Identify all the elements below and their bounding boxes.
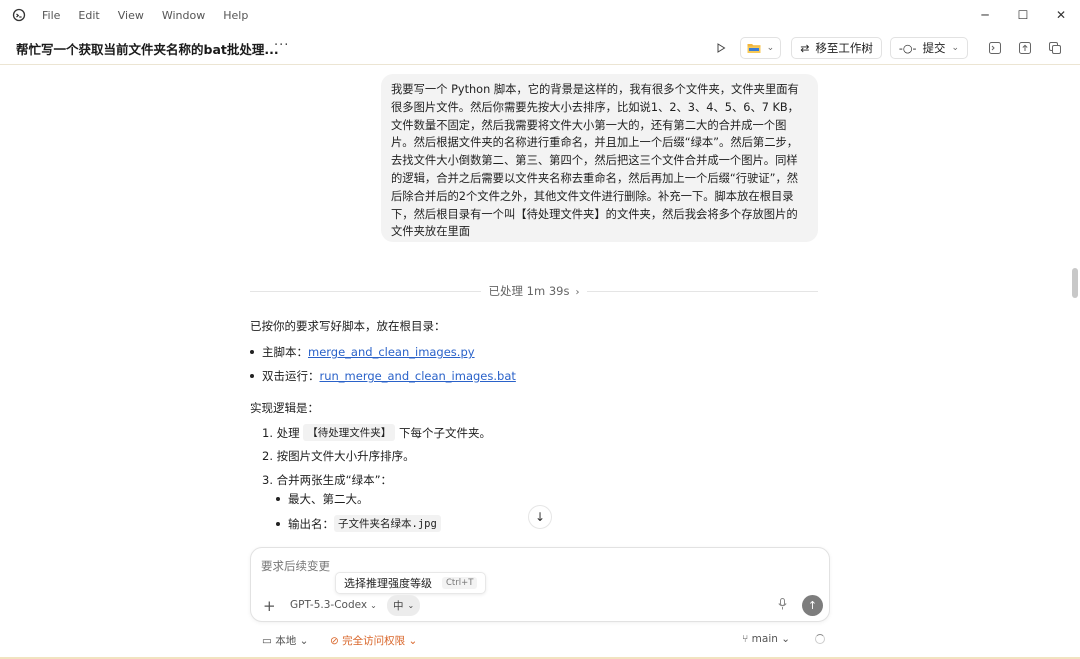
reasoning-effort-select[interactable]: 中 ⌄ [387, 595, 421, 616]
effort-tooltip: 选择推理强度等级 Ctrl+T [335, 572, 487, 594]
chevron-down-icon: ⌄ [781, 633, 791, 645]
bullet [250, 350, 254, 354]
chevron-right-icon: › [575, 287, 580, 298]
step3: 3. 合并两张生成“绿本”： [262, 473, 393, 487]
commit-button[interactable]: -○- 提交 ⌄ [889, 37, 968, 59]
list-item: 输出名： 子文件夹名绿本.jpg [276, 515, 441, 532]
sub-item-2-label: 输出名： [288, 516, 334, 531]
terminal-toggle-button[interactable] [984, 37, 1006, 59]
scrollbar-thumb[interactable] [1072, 268, 1078, 298]
main-script-link[interactable]: merge_and_clean_images.py [308, 345, 475, 359]
folder-icon [747, 44, 761, 53]
main-script-label: 主脚本： [262, 345, 308, 359]
message-input[interactable] [261, 559, 741, 573]
export-button[interactable] [1014, 37, 1036, 59]
bullet [250, 374, 254, 378]
list-item: 最大、第二大。 [276, 491, 369, 507]
arrow-down-icon: ↓ [534, 510, 546, 524]
play-icon [717, 43, 726, 53]
bullet [276, 497, 280, 501]
swap-arrows-icon: ⇄ [800, 41, 810, 55]
app-logo-icon [0, 0, 38, 30]
copy-icon [1049, 42, 1061, 54]
diff-panel-button[interactable] [1044, 37, 1066, 59]
open-in-folder-select[interactable]: ⌄ [739, 37, 782, 59]
thread-title: 帮忙写一个获取当前文件夹名称的bat批处理... [16, 42, 279, 57]
processed-divider: 已处理 1m 39s › [250, 282, 818, 300]
commit-label: 提交 [922, 41, 946, 55]
warning-icon: ⊘ [330, 635, 339, 647]
loading-spinner-icon [815, 634, 825, 644]
bullet [276, 521, 280, 526]
step1-suffix: 下每个子文件夹。 [398, 425, 491, 440]
close-icon[interactable]: ✕ [1042, 0, 1080, 30]
inline-code: 【待处理文件夹】 [303, 424, 396, 441]
environment-label: 本地 [275, 635, 297, 647]
chevron-down-icon: ⌄ [951, 43, 959, 53]
user-message-bubble: 我要写一个 Python 脚本，它的背景是这样的，我有很多个文件夹，文件夹里面有… [381, 74, 818, 242]
chevron-down-icon: ⌄ [407, 601, 415, 610]
run-label: 双击运行： [262, 369, 320, 383]
chevron-down-icon: ⌄ [370, 601, 377, 610]
sub-item-1: 最大、第二大。 [288, 492, 369, 506]
commit-icon: -○- [898, 41, 917, 55]
menu-edit[interactable]: Edit [78, 9, 99, 22]
logic-heading: 实现逻辑是： [250, 401, 319, 415]
shortcut-badge: Ctrl+T [442, 577, 478, 589]
list-item: 双击运行： run_merge_and_clean_images.bat [250, 368, 516, 384]
microphone-icon [778, 598, 787, 610]
plus-icon: + [263, 597, 276, 615]
inline-code: 子文件夹名绿本.jpg [334, 515, 441, 532]
menu-window[interactable]: Window [162, 9, 205, 22]
menu-help[interactable]: Help [223, 9, 248, 22]
list-item: 1. 处理 【待处理文件夹】 下每个子文件夹。 [262, 424, 491, 441]
processed-toggle[interactable]: 已处理 1m 39s › [481, 283, 588, 299]
tooltip-text: 选择推理强度等级 [344, 577, 432, 590]
chevron-down-icon: ⌄ [766, 43, 775, 53]
step2: 2. 按图片文件大小升序排序。 [262, 449, 415, 463]
move-to-worktree-button[interactable]: ⇄ 移至工作树 [791, 37, 882, 59]
composer-footer: ▭ 本地 ⌄ ⊘ 完全访问权限 ⌄ ⑂ main ⌄ [250, 632, 830, 650]
scroll-to-bottom-button[interactable]: ↓ [528, 505, 552, 529]
chevron-down-icon: ⌄ [408, 635, 418, 647]
run-button[interactable] [710, 37, 732, 59]
branch-select[interactable]: ⑂ main ⌄ [742, 633, 790, 645]
terminal-icon [989, 42, 1001, 54]
chevron-down-icon: ⌄ [299, 635, 309, 647]
access-label: 完全访问权限 [342, 635, 406, 647]
processed-label: 已处理 1m 39s [488, 284, 570, 298]
upload-icon [1019, 42, 1031, 54]
access-level-select[interactable]: ⊘ 完全访问权限 ⌄ [330, 633, 417, 648]
menu-view[interactable]: View [118, 9, 144, 22]
menu-file[interactable]: File [42, 9, 60, 22]
list-item: 主脚本： merge_and_clean_images.py [250, 344, 475, 360]
app-window: File Edit View Window Help ─ ☐ ✕ 帮忙写一个获取… [0, 0, 1080, 659]
menu-bar: File Edit View Window Help ─ ☐ ✕ [0, 0, 1080, 30]
step1-prefix: 1. 处理 [262, 425, 300, 440]
effort-label: 中 [393, 600, 404, 612]
move-to-worktree-label: 移至工作树 [815, 41, 873, 55]
thread-header: 帮忙写一个获取当前文件夹名称的bat批处理... ··· ⌄ ⇄ 移至工作树 -… [0, 31, 1080, 65]
branch-label: main [751, 633, 778, 645]
environment-select[interactable]: ▭ 本地 ⌄ [262, 633, 308, 648]
model-label: GPT-5.3-Codex [290, 599, 368, 611]
arrow-up-icon: ↑ [807, 599, 818, 612]
monitor-icon: ▭ [262, 635, 272, 647]
voice-input-button[interactable] [778, 598, 787, 613]
model-select[interactable]: GPT-5.3-Codex ⌄ [290, 599, 377, 611]
composer: 选择推理强度等级 Ctrl+T + GPT-5.3-Codex⌄ 中⌄ ↑ [250, 547, 830, 622]
branch-icon: ⑂ [742, 633, 749, 645]
send-button[interactable]: ↑ [802, 595, 823, 616]
divider-line [587, 290, 818, 292]
more-options-button[interactable]: ··· [274, 38, 289, 53]
run-bat-link[interactable]: run_merge_and_clean_images.bat [320, 369, 516, 383]
divider-line [250, 290, 481, 292]
maximize-icon[interactable]: ☐ [1004, 0, 1042, 30]
minimize-icon[interactable]: ─ [966, 0, 1004, 30]
reply-intro: 已按你的要求写好脚本，放在根目录： [250, 319, 446, 333]
add-attachment-button[interactable]: + [263, 597, 276, 615]
